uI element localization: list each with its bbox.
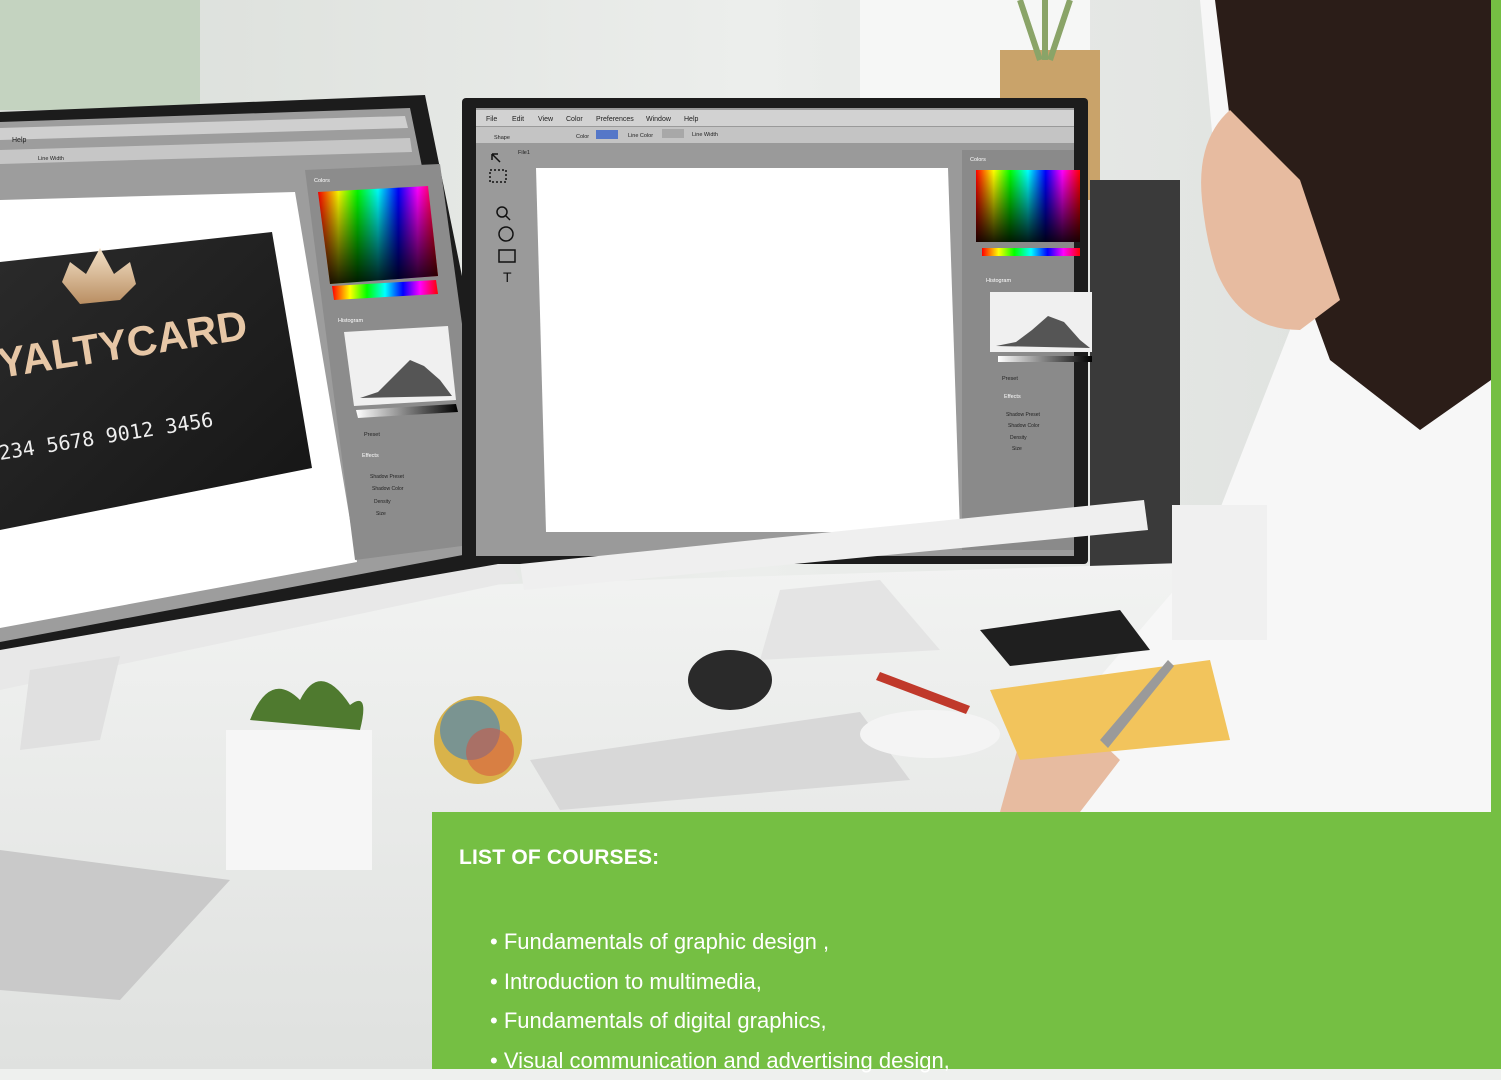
left-panel-effects: Effects: [362, 453, 379, 459]
right-panel-effects: Effects: [1004, 394, 1021, 400]
blank-canvas: [536, 168, 960, 532]
left-line-width-label: Line Width: [38, 156, 64, 162]
course-item: Visual communication and advertising des…: [490, 1041, 950, 1080]
menu-file: File: [486, 116, 497, 123]
right-preset-label: Preset: [1002, 376, 1018, 382]
left-shadow-preset: Shadow Preset: [370, 474, 405, 480]
course-item: Introduction to multimedia,: [490, 962, 950, 1002]
right-shadow-color: Shadow Color: [1008, 423, 1040, 429]
course-item: Fundamentals of graphic design ,: [490, 922, 950, 962]
plant-pot: [226, 730, 372, 870]
speaker: [688, 650, 772, 710]
svg-text:T: T: [503, 269, 512, 285]
left-shadow-color: Shadow Color: [372, 486, 404, 492]
right-density: Density: [1010, 435, 1027, 441]
shape-label: Shape: [494, 135, 510, 141]
right-panel-histogram: Histogram: [986, 278, 1011, 284]
left-panel-colors: Colors: [314, 178, 330, 184]
menu-edit: Edit: [512, 116, 524, 123]
left-preset-label: Preset: [364, 432, 380, 438]
menu-color: Color: [566, 116, 583, 123]
file-tab-label: File1: [518, 150, 530, 156]
menu-window: Window: [646, 116, 672, 123]
left-panel-histogram: Histogram: [338, 318, 363, 324]
left-menu-help: Help: [12, 137, 27, 144]
right-shadow-preset: Shadow Preset: [1006, 412, 1041, 418]
left-density: Density: [374, 499, 391, 505]
course-list: Fundamentals of graphic design , Introdu…: [490, 922, 950, 1080]
line-color-label: Line Color: [628, 133, 653, 139]
line-width-label: Line Width: [692, 132, 718, 138]
color-label: Color: [576, 134, 589, 140]
left-size: Size: [376, 511, 386, 517]
right-panel-colors: Colors: [970, 157, 986, 163]
menu-view: View: [538, 116, 554, 123]
right-size: Size: [1012, 446, 1022, 452]
course-item: Fundamentals of digital graphics,: [490, 1001, 950, 1041]
pen-cup: [1172, 505, 1267, 640]
menu-preferences: Preferences: [596, 116, 634, 123]
courses-heading: LIST OF COURSES:: [459, 846, 659, 870]
menu-help: Help: [684, 116, 699, 123]
mouse: [860, 710, 1000, 758]
